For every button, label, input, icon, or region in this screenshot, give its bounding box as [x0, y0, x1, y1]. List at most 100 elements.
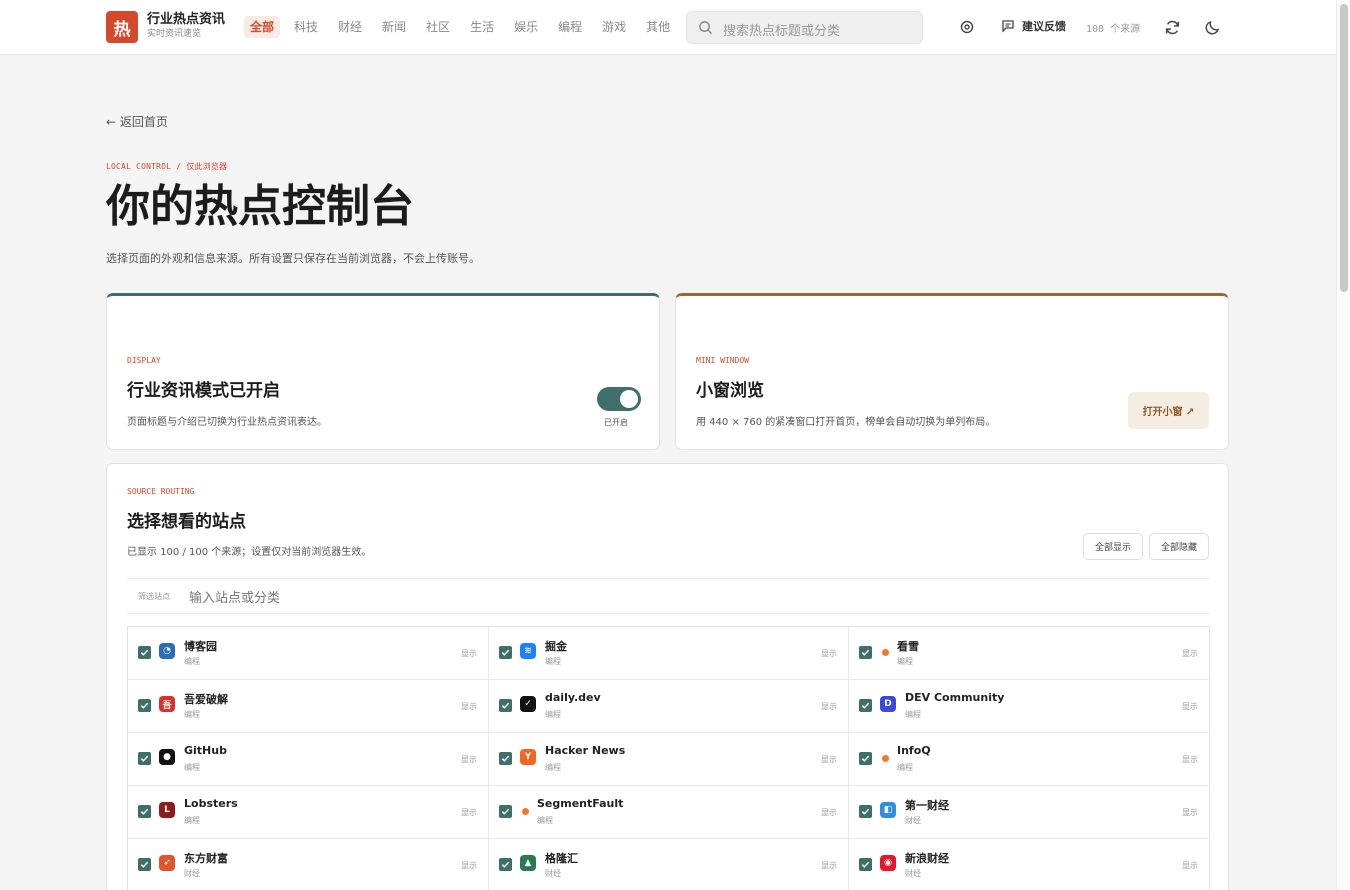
site-checkbox[interactable] [499, 646, 512, 659]
feedback-button[interactable]: 建议反馈 [1001, 18, 1066, 34]
site-row[interactable]: ◧ 第一财经 财经 显示 [849, 786, 1209, 839]
github-icon: ● [159, 749, 175, 765]
site-row[interactable]: SegmentFault 编程 显示 [489, 786, 849, 839]
site-checkbox[interactable] [859, 752, 872, 765]
nav-item-programming[interactable]: 编程 [552, 16, 588, 38]
display-kicker: DISPLAY [127, 356, 161, 365]
show-all-button[interactable]: 全部显示 [1083, 533, 1143, 560]
toggle-label: 已开启 [604, 418, 628, 427]
gear-icon[interactable] [959, 19, 975, 35]
display-description: 页面标题与介绍已切换为行业热点资讯表达。 [127, 417, 327, 428]
site-visibility-state: 显示 [1182, 808, 1198, 817]
site-name: 博客园 [184, 640, 217, 653]
site-checkbox[interactable] [138, 805, 151, 818]
site-category: 财经 [905, 816, 921, 825]
site-row[interactable]: Y Hacker News 编程 显示 [489, 733, 849, 786]
industry-mode-toggle[interactable] [597, 387, 641, 411]
site-checkbox[interactable] [499, 699, 512, 712]
site-row[interactable]: ● GitHub 编程 显示 [128, 733, 489, 786]
nav-item-life[interactable]: 生活 [464, 16, 500, 38]
site-category: 编程 [184, 657, 200, 666]
site-checkbox[interactable] [499, 858, 512, 871]
site-checkbox[interactable] [499, 752, 512, 765]
site-checkbox[interactable] [859, 699, 872, 712]
site-row[interactable]: ➶ 东方财富 财经 显示 [128, 839, 489, 890]
site-visibility-state: 显示 [461, 702, 477, 711]
site-checkbox[interactable] [859, 858, 872, 871]
site-name: daily.dev [545, 691, 601, 704]
mini-description: 用 440 × 760 的紧凑窗口打开首页，榜单会自动切换为单列布局。 [696, 417, 996, 428]
page-scrollbar[interactable] [1336, 0, 1350, 890]
top-bar: 热 行业热点资讯 实时资讯速览 全部 科技 财经 新闻 社区 生活 娱乐 编程 … [0, 0, 1336, 55]
site-filter-input[interactable]: 输入站点或分类 [189, 587, 280, 606]
site-name: InfoQ [897, 744, 931, 757]
nav-item-other[interactable]: 其他 [640, 16, 676, 38]
page-eyebrow: LOCAL CONTROL / 仅此浏览器 [106, 162, 228, 171]
site-row[interactable]: ▲ 格隆汇 财经 显示 [489, 839, 849, 890]
feedback-label: 建议反馈 [1022, 20, 1066, 33]
brand[interactable]: 行业热点资讯 实时资讯速览 [147, 12, 225, 40]
brand-subtitle: 实时资讯速览 [147, 29, 202, 39]
nav-item-news[interactable]: 新闻 [376, 16, 412, 38]
site-name: 新浪财经 [905, 852, 949, 865]
nav-item-tech[interactable]: 科技 [288, 16, 324, 38]
site-row[interactable]: 看雪编程 显示 [849, 627, 1209, 680]
refresh-icon[interactable] [1164, 19, 1181, 36]
site-category: 编程 [897, 763, 913, 772]
lobsters-icon: L [159, 802, 175, 818]
site-name: Hacker News [545, 744, 626, 757]
brand-title: 行业热点资讯 [147, 12, 226, 27]
logo[interactable]: 热 [106, 11, 138, 43]
mini-kicker: MINI WINDOW [696, 356, 749, 365]
site-row[interactable]: ◉ 新浪财经 财经 显示 [849, 839, 1209, 890]
site-category: 财经 [905, 869, 921, 878]
site-row[interactable]: ✓ daily.dev 编程 显示 [489, 680, 849, 733]
site-visibility-state: 显示 [1182, 649, 1198, 658]
nav-item-finance[interactable]: 财经 [332, 16, 368, 38]
sources-summary: 已显示 100 / 100 个来源；设置仅对当前浏览器生效。 [127, 547, 372, 558]
nav-item-all[interactable]: 全部 [244, 16, 281, 38]
site-category: 编程 [184, 763, 200, 772]
site-row[interactable]: ◔ 博客园 编程 显示 [128, 627, 489, 680]
hide-all-button[interactable]: 全部隐藏 [1149, 533, 1209, 560]
site-name: 看雪 [897, 640, 919, 653]
site-checkbox[interactable] [859, 646, 872, 659]
sources-count: 100 个来源 [1086, 24, 1141, 35]
moon-icon[interactable] [1205, 19, 1221, 35]
dev-icon: D [880, 696, 896, 712]
site-grid: ◔ 博客园 编程 显示 ≋ 掘金 编程 显示 看雪 编程 显示吾吾爱破解 编程 显示 ✓ daily.dev… [127, 626, 1210, 890]
site-visibility-state: 显示 [1182, 861, 1198, 870]
site-checkbox[interactable] [138, 646, 151, 659]
site-row[interactable]: InfoQ 编程 显示 [849, 733, 1209, 786]
dailydev-icon: ✓ [520, 696, 536, 712]
site-checkbox[interactable] [138, 752, 151, 765]
site-name: 东方财富 [184, 852, 228, 865]
nav-item-entertainment[interactable]: 娱乐 [508, 16, 544, 38]
site-category: 财经 [545, 869, 561, 878]
site-row[interactable]: 吾吾爱破解 编程 显示 [128, 680, 489, 733]
52pojie-icon: 吾 [159, 696, 175, 712]
nav-item-community[interactable]: 社区 [420, 16, 456, 38]
site-checkbox[interactable] [138, 699, 151, 712]
open-mini-window-button[interactable]: 打开小窗 ↗ [1128, 392, 1209, 429]
site-name: 第一财经 [905, 799, 949, 812]
site-name: DEV Community [905, 691, 1005, 704]
site-visibility-state: 显示 [461, 861, 477, 870]
site-category: 编程 [537, 816, 553, 825]
site-name: 格隆汇 [545, 852, 578, 865]
search-input[interactable]: 搜索热点标题或分类 [686, 11, 923, 44]
site-visibility-state: 显示 [461, 755, 477, 764]
site-visibility-state: 显示 [821, 755, 837, 764]
site-checkbox[interactable] [859, 805, 872, 818]
site-category: 编程 [905, 710, 921, 719]
site-category: 编程 [897, 657, 913, 666]
nav-item-games[interactable]: 游戏 [596, 16, 632, 38]
site-row[interactable]: D DEV Community 编程 显示 [849, 680, 1209, 733]
site-checkbox[interactable] [138, 858, 151, 871]
back-home-link[interactable]: ← 返回首页 [106, 113, 168, 130]
site-row[interactable]: L Lobsters 编程 显示 [128, 786, 489, 839]
site-row[interactable]: ≋ 掘金 编程 显示 [489, 627, 849, 680]
site-checkbox[interactable] [499, 805, 512, 818]
scrollbar-thumb[interactable] [1340, 4, 1348, 292]
sources-kicker: SOURCE ROUTING [127, 487, 195, 496]
